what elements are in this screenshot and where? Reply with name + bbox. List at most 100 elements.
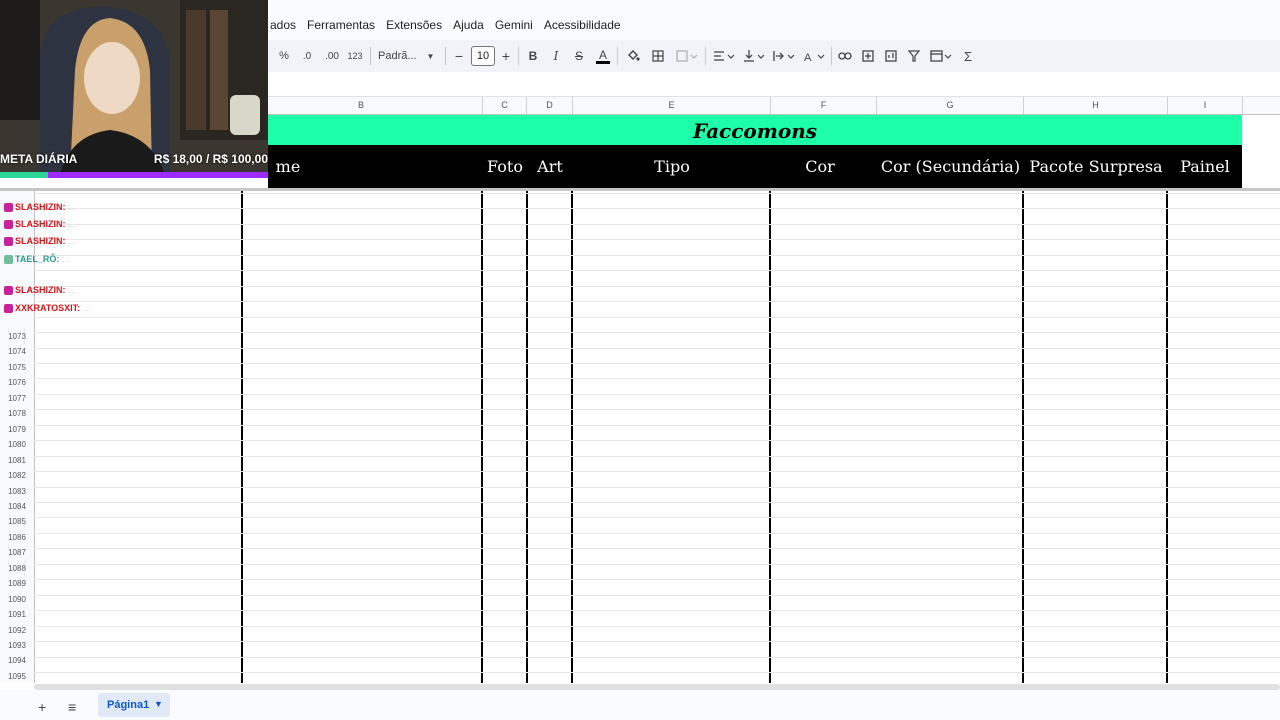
row-gridline — [34, 348, 1280, 349]
vertical-align-icon[interactable] — [741, 45, 767, 67]
row-number[interactable]: 1083 — [0, 487, 34, 496]
row-number[interactable]: 1095 — [0, 672, 34, 681]
decrease-decimal-button[interactable]: .0 — [298, 45, 316, 67]
menu-item-1[interactable]: Ferramentas — [307, 18, 375, 32]
row-number[interactable]: 1081 — [0, 456, 34, 465]
text-color-swatch — [596, 60, 610, 64]
row-gridline — [34, 456, 1280, 457]
fill-color-icon[interactable] — [625, 45, 641, 67]
row-gridline — [34, 487, 1280, 488]
insert-chart-icon[interactable] — [883, 45, 899, 67]
toolbar-divider — [445, 47, 446, 65]
all-sheets-button[interactable]: ≡ — [68, 699, 76, 715]
chat-badge-icon — [4, 304, 13, 314]
bold-button[interactable]: B — [526, 45, 540, 67]
font-size-increase-button[interactable]: + — [499, 45, 513, 67]
row-number[interactable]: 1076 — [0, 378, 34, 387]
menu-item-4[interactable]: Gemini — [495, 18, 533, 32]
menu-item-0[interactable]: ados — [270, 18, 296, 32]
text-wrap-icon[interactable] — [771, 45, 797, 67]
chat-text: ... — [83, 303, 91, 313]
add-sheet-button[interactable]: + — [38, 699, 46, 715]
row-number[interactable]: 1093 — [0, 641, 34, 650]
row-gridline — [34, 502, 1280, 503]
merge-cells-icon[interactable] — [674, 45, 700, 67]
row-number[interactable]: 1090 — [0, 595, 34, 604]
increase-decimal-button[interactable]: .00 — [322, 45, 342, 67]
row-number[interactable]: 1084 — [0, 502, 34, 511]
menu-item-3[interactable]: Ajuda — [453, 18, 484, 32]
row-gridline — [34, 394, 1280, 395]
column-header-i[interactable]: I — [1168, 97, 1243, 114]
row-number[interactable]: 1091 — [0, 610, 34, 619]
chat-message: SLASHIZIN:... — [4, 236, 76, 250]
chat-badge-icon — [4, 237, 13, 247]
text-rotation-icon[interactable]: A — [801, 45, 827, 67]
chat-username: SLASHIZIN: — [15, 219, 66, 229]
row-number[interactable]: 1074 — [0, 347, 34, 356]
row-gridline — [34, 363, 1280, 364]
sheet-header-row[interactable]: me Foto Art Tipo Cor Cor (Secundária) Pa… — [268, 145, 1242, 188]
filter-icon[interactable] — [906, 45, 922, 67]
row-number[interactable]: 1085 — [0, 517, 34, 526]
row-gridline — [34, 672, 1280, 673]
column-header-d[interactable]: D — [527, 97, 573, 114]
font-family-dropdown[interactable]: Padrã... ▼ — [378, 45, 440, 67]
row-number[interactable]: 1079 — [0, 425, 34, 434]
header-tipo: Tipo — [654, 157, 690, 176]
italic-button[interactable]: I — [549, 45, 563, 67]
chat-badge-icon — [4, 286, 13, 296]
number-format-button[interactable]: 123 — [346, 45, 364, 67]
column-header-b[interactable]: B — [240, 97, 483, 114]
row-number[interactable]: 1080 — [0, 440, 34, 449]
text-color-button[interactable]: A — [595, 45, 611, 67]
menu-items: ados Ferramentas Extensões Ajuda Gemini Acess… — [270, 18, 621, 32]
chat-text: ... — [62, 254, 70, 264]
row-number[interactable]: 1075 — [0, 363, 34, 372]
row-number[interactable]: 1089 — [0, 579, 34, 588]
column-header-h[interactable]: H — [1024, 97, 1168, 114]
row-gridline — [34, 471, 1280, 472]
sheet-title-row[interactable]: Faccomons — [268, 115, 1242, 145]
functions-button[interactable]: Σ — [961, 45, 975, 67]
row-number[interactable]: 1087 — [0, 548, 34, 557]
percent-format-button[interactable]: % — [277, 45, 291, 67]
column-header-f[interactable]: F — [771, 97, 877, 114]
filter-views-icon[interactable] — [928, 45, 954, 67]
borders-icon[interactable] — [650, 45, 666, 67]
header-painel: Painel — [1180, 157, 1230, 176]
header-cor: Cor — [805, 157, 835, 176]
toolbar-divider — [705, 47, 706, 65]
row-number[interactable]: 1092 — [0, 626, 34, 635]
svg-text:A: A — [804, 52, 812, 62]
column-header-g[interactable]: G — [877, 97, 1024, 114]
column-header-c[interactable]: C — [483, 97, 527, 114]
align-left-icon[interactable] — [711, 45, 737, 67]
row-number[interactable]: 1077 — [0, 394, 34, 403]
row-gridline — [34, 595, 1280, 596]
row-number[interactable]: 1086 — [0, 533, 34, 542]
row-number[interactable]: 1094 — [0, 656, 34, 665]
sheet-tab[interactable]: Página1 ▼ — [98, 693, 170, 717]
strikethrough-button[interactable]: S — [572, 45, 586, 67]
row-number[interactable]: 1078 — [0, 409, 34, 418]
row-number[interactable]: 1082 — [0, 471, 34, 480]
header-foto: Foto — [487, 157, 523, 176]
chevron-down-icon: ▼ — [426, 51, 435, 61]
row-gridline — [34, 610, 1280, 611]
chat-message: SLASHIZIN:... — [4, 285, 76, 299]
chevron-down-icon[interactable]: ▼ — [154, 699, 163, 709]
menu-item-2[interactable]: Extensões — [386, 18, 442, 32]
insert-comment-icon[interactable] — [860, 45, 876, 67]
row-gridline — [34, 425, 1280, 426]
column-header-e[interactable]: E — [573, 97, 771, 114]
insert-link-icon[interactable] — [837, 45, 853, 67]
menu-item-5[interactable]: Acessibilidade — [544, 18, 621, 32]
chat-message: SLASHIZIN:... — [4, 202, 76, 216]
font-size-decrease-button[interactable]: − — [452, 45, 466, 67]
header-nome: me — [275, 157, 301, 176]
row-gridline — [34, 579, 1280, 580]
row-gridline — [34, 641, 1280, 642]
row-number[interactable]: 1088 — [0, 564, 34, 573]
font-size-input[interactable]: 10 — [471, 46, 495, 66]
